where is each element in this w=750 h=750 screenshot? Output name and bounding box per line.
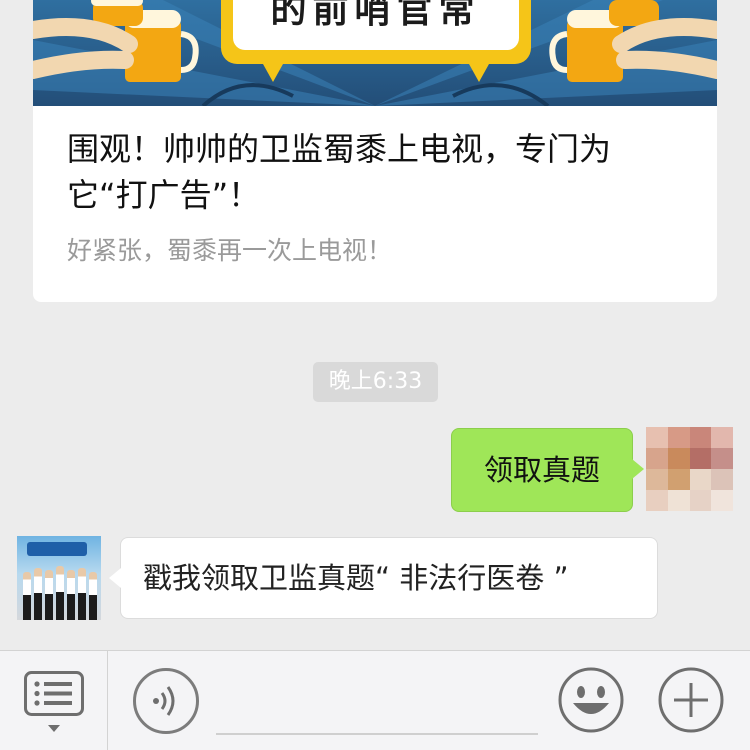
list-menu-icon[interactable] xyxy=(24,671,84,735)
plus-icon[interactable] xyxy=(658,667,724,733)
incoming-message-bubble[interactable]: 戳我领取卫监真题“ 非法行医卷 ” xyxy=(109,537,658,619)
voice-icon[interactable] xyxy=(133,668,199,734)
contact-avatar[interactable] xyxy=(17,536,101,620)
outgoing-message-bubble[interactable]: 领取真题 xyxy=(451,428,644,512)
message-timestamp: 晚上6:33 xyxy=(313,362,438,402)
my-avatar[interactable] xyxy=(646,427,733,511)
article-banner-image: 的前哨官常 xyxy=(33,0,717,106)
toolbar-divider xyxy=(107,651,108,750)
avatar-logo xyxy=(27,542,87,556)
banner-text: 的前哨官常 xyxy=(270,0,481,31)
article-description: 好紧张，蜀黍再一次上电视！ xyxy=(67,236,393,265)
article-title[interactable]: 围观！帅帅的卫监蜀黍上电视，专门为它“打广告”！ xyxy=(67,126,687,218)
smiley-icon[interactable] xyxy=(558,667,624,733)
input-toolbar xyxy=(0,650,750,750)
message-input[interactable] xyxy=(216,691,538,735)
article-card[interactable]: 的前哨官常 围观！帅帅的卫监蜀黍上电视，专门为它“打广告”！ 好紧张，蜀黍再一次… xyxy=(33,0,717,302)
